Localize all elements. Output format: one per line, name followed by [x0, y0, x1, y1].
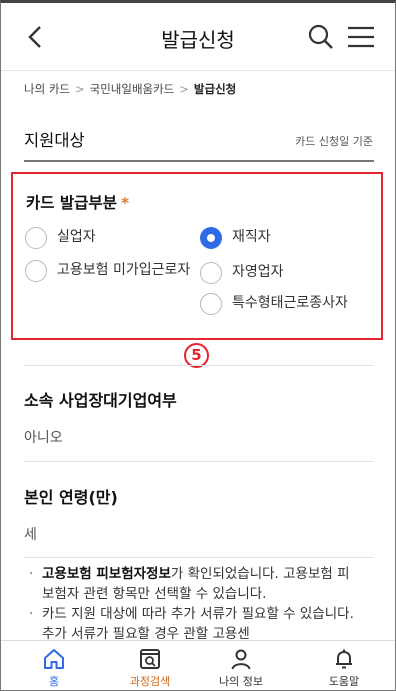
tab-label: 도움말 — [328, 675, 360, 688]
age-value: 세 — [24, 527, 37, 543]
notice-item: · 카드 지원 대상에 따라 추가 서류가 필요할 수 있습니다. 추가 서류가… — [29, 604, 359, 644]
tab-course-search[interactable]: 과정검색 — [110, 641, 190, 690]
page-title: 발급신청 — [161, 28, 235, 52]
radio-label: 자영업자 — [232, 264, 284, 280]
app-screen: 발급신청 나의 카드 > 국민내일배움카드 > 발급신청 지원대상 카드 신청일 기준 … — [0, 0, 396, 691]
radio-unemployed[interactable]: 실업자 — [25, 227, 96, 249]
card-type-highlight-box: 카드 발급부분 * 실업자 재직자 고용보험 미가입근로자 자영업자 특수형태근로… — [11, 172, 383, 340]
radio-special-type-worker[interactable]: 특수형태근로종사자 — [200, 293, 348, 315]
bottom-tab-bar: 홈 과정검색 나의 정보 도움말 — [1, 640, 395, 690]
notice-item: · 고용보험 피보험자정보가 확인되었습니다. 고용보험 피보험자 관련 항목만… — [29, 564, 359, 604]
bullet-icon: · — [29, 606, 34, 622]
required-star-icon: * — [120, 194, 130, 212]
radio-circle-icon[interactable] — [25, 260, 47, 282]
breadcrumb: 나의 카드 > 국민내일배움카드 > 발급신청 — [24, 81, 236, 97]
notice-text: 카드 지원 대상에 따라 추가 서류가 필요할 수 있습니다. 추가 서류가 필… — [42, 606, 354, 642]
breadcrumb-my-card[interactable]: 나의 카드 — [24, 82, 70, 96]
hamburger-menu-icon[interactable] — [346, 25, 376, 49]
radio-self-employed[interactable]: 자영업자 — [200, 262, 284, 284]
bullet-icon: · — [29, 566, 34, 582]
bell-icon — [336, 649, 352, 669]
age-label: 본인 연령(만) — [24, 488, 118, 507]
breadcrumb-separator-icon: > — [179, 82, 189, 96]
section-divider — [24, 461, 374, 462]
app-header: 발급신청 — [1, 3, 395, 71]
radio-uninsured-worker[interactable]: 고용보험 미가입근로자 — [25, 260, 207, 282]
breadcrumb-national-card[interactable]: 국민내일배움카드 — [90, 82, 175, 96]
radio-circle-selected-icon[interactable] — [200, 227, 222, 249]
affiliation-value: 아니오 — [24, 430, 63, 446]
tab-label: 나의 정보 — [219, 675, 263, 688]
breadcrumb-separator-icon: > — [74, 82, 85, 96]
card-type-title-text: 카드 발급부분 — [26, 194, 117, 212]
radio-circle-icon[interactable] — [200, 293, 222, 315]
tab-home[interactable]: 홈 — [14, 641, 94, 690]
home-icon — [44, 649, 64, 669]
user-icon — [231, 649, 251, 670]
tab-label: 홈 — [48, 675, 60, 688]
section-divider — [24, 365, 374, 366]
radio-label: 고용보험 미가입근로자 — [57, 262, 191, 278]
radio-circle-icon[interactable] — [200, 262, 222, 284]
tab-my-info[interactable]: 나의 정보 — [201, 641, 281, 690]
radio-employed[interactable]: 재직자 — [200, 227, 271, 249]
tab-label: 과정검색 — [129, 675, 171, 688]
tab-help[interactable]: 도움말 — [304, 641, 384, 690]
search-icon[interactable] — [307, 23, 335, 51]
support-target-title: 지원대상 — [24, 131, 85, 150]
notice-highlight: 고용보험 피보험자정보 — [42, 566, 171, 582]
radio-label: 실업자 — [57, 229, 96, 245]
notice-list: · 고용보험 피보험자정보가 확인되었습니다. 고용보험 피보험자 관련 항목만… — [29, 564, 359, 644]
radio-label: 재직자 — [232, 229, 271, 245]
section-divider — [24, 557, 374, 558]
radio-label: 특수형태근로종사자 — [232, 295, 348, 311]
section-divider — [24, 160, 374, 162]
notice-text: 고용보험 피보험자정보가 확인되었습니다. 고용보험 피보험자 관련 항목만 선… — [42, 564, 359, 604]
course-search-icon — [140, 649, 160, 669]
card-type-title: 카드 발급부분 * — [26, 191, 129, 213]
affiliation-label: 소속 사업장대기업여부 — [24, 391, 177, 410]
radio-circle-icon[interactable] — [25, 227, 47, 249]
breadcrumb-current: 발급신청 — [193, 82, 237, 96]
support-target-note: 카드 신청일 기준 — [295, 135, 373, 148]
